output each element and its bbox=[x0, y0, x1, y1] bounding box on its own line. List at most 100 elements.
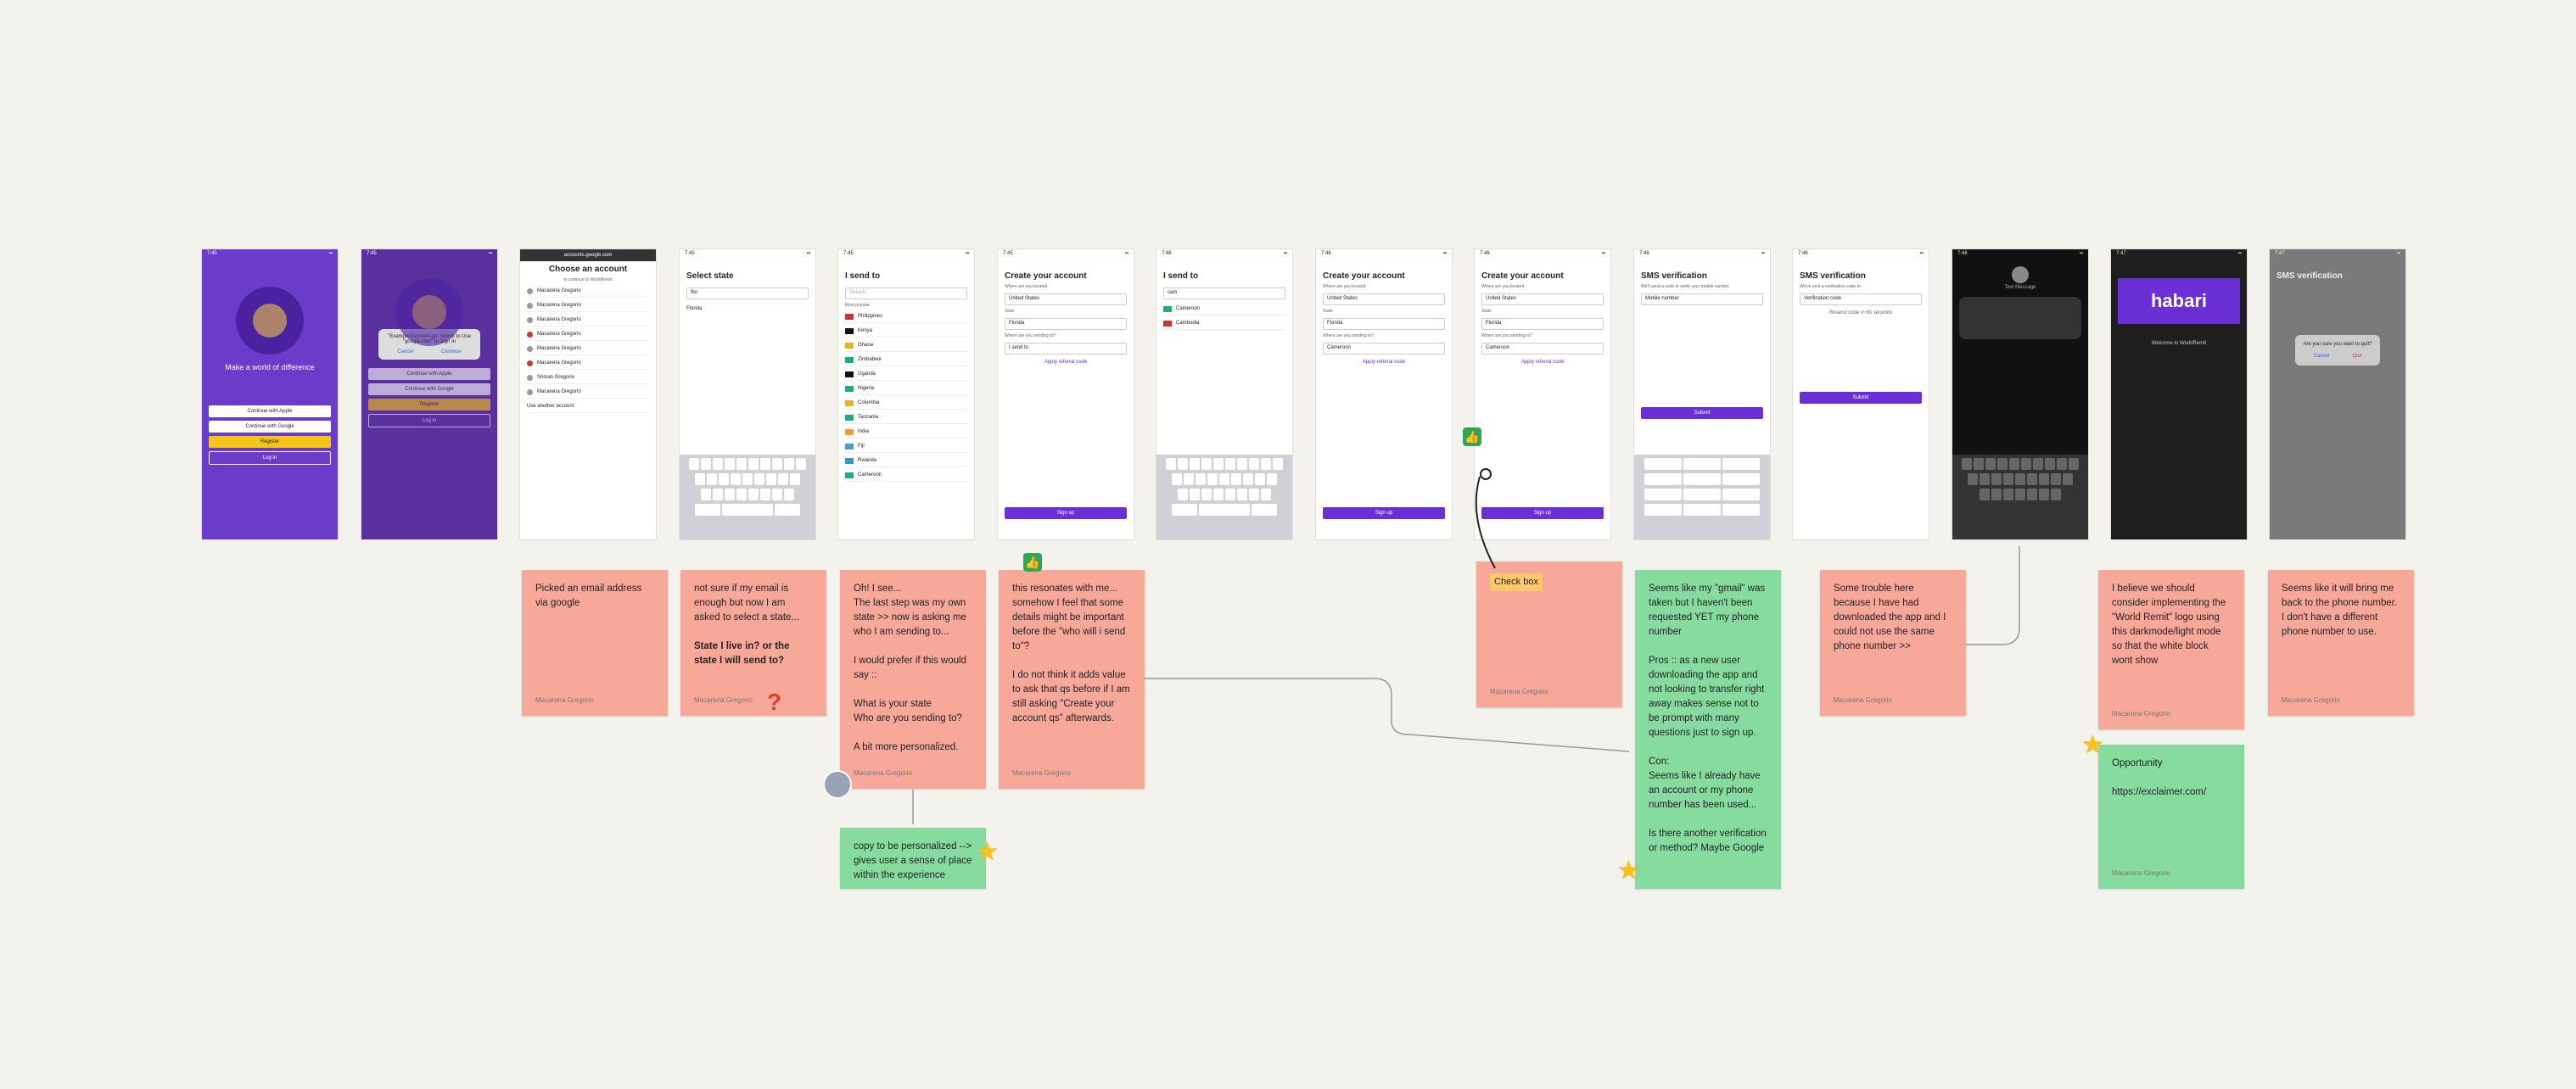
frame-email: 7:47 ▪▪ habari Welcome to WorldRemit bbox=[2111, 249, 2247, 539]
continue-apple-button[interactable]: Continue with Apple bbox=[368, 368, 490, 380]
send-to-select[interactable]: I send to bbox=[1005, 343, 1127, 355]
flag-icon bbox=[845, 443, 854, 450]
i-send-to-title: I send to bbox=[845, 271, 881, 281]
flag-icon bbox=[845, 457, 854, 464]
habari-logo: habari bbox=[2118, 278, 2240, 324]
login-button[interactable]: Log in bbox=[209, 451, 331, 465]
state-select[interactable]: Florida bbox=[1323, 318, 1445, 330]
create-account-title: Create your account bbox=[1005, 271, 1087, 281]
sms-subtitle: We'll send a code to verify your mobile … bbox=[1641, 284, 1730, 289]
checkbox-highlight bbox=[1480, 468, 1492, 480]
location-select[interactable]: United States bbox=[1481, 293, 1604, 305]
account-row[interactable]: Macarena Gregorio bbox=[527, 285, 649, 298]
sticky-note[interactable]: Picked an email address via google Macar… bbox=[522, 570, 668, 716]
dialog-cancel-button[interactable]: Cancel bbox=[2314, 354, 2330, 359]
sticky-note[interactable]: I believe we should consider implementin… bbox=[2098, 570, 2244, 729]
country-item[interactable]: Ghana bbox=[845, 339, 967, 352]
register-button[interactable]: Register bbox=[368, 399, 490, 410]
login-button[interactable]: Log in bbox=[368, 414, 490, 427]
country-item[interactable]: India bbox=[845, 426, 967, 438]
sticky-note[interactable]: Seems like my "gmail" was taken but I ha… bbox=[1635, 570, 1781, 889]
referral-link[interactable]: Apply referral code bbox=[1003, 360, 1128, 365]
globe-illustration bbox=[236, 287, 304, 355]
country-item[interactable]: Philippines bbox=[845, 310, 967, 323]
sticky-note[interactable]: this resonates with me... somehow I feel… bbox=[999, 570, 1145, 789]
question-mark-icon: ? bbox=[767, 689, 782, 715]
frame-sms-exit-dialog: 7:47 ▪▪ SMS verification Are you sure you… bbox=[2270, 249, 2405, 539]
star-icon: ★ bbox=[976, 838, 999, 866]
account-row[interactable]: Sriman Gregorio bbox=[527, 371, 649, 384]
choose-account-title: Choose an account bbox=[548, 265, 628, 274]
country-item[interactable]: Zimbabwe bbox=[845, 354, 967, 366]
status-bar: 7:47 ▪▪ bbox=[2116, 251, 2242, 256]
select-state-title: Select state bbox=[686, 271, 734, 281]
state-select[interactable]: Florida bbox=[1481, 318, 1604, 330]
keyboard[interactable] bbox=[1952, 455, 2088, 539]
dialog-quit-button[interactable]: Quit bbox=[2352, 354, 2361, 359]
continue-google-button[interactable]: Continue with Google bbox=[209, 421, 331, 433]
flag-icon bbox=[845, 414, 854, 421]
use-another-account[interactable]: Use another account bbox=[527, 400, 649, 413]
sticky-note[interactable]: Seems like it will bring me back to the … bbox=[2268, 570, 2414, 716]
account-row[interactable]: Macarena Gregorio bbox=[527, 357, 649, 370]
country-item[interactable]: Rwanda bbox=[845, 455, 967, 467]
submit-button[interactable]: Submit bbox=[1800, 392, 1922, 404]
country-search-input[interactable]: cam bbox=[1163, 288, 1285, 299]
country-item[interactable]: Colombia bbox=[845, 397, 967, 410]
sticky-note[interactable]: not sure if my email is enough but now I… bbox=[680, 570, 826, 716]
frame-welcome: 7:45 ▪▪ Make a world of difference Contin… bbox=[202, 249, 338, 539]
numeric-keypad[interactable] bbox=[1634, 455, 1770, 539]
sticky-note[interactable]: Opportunity https://exclaimer.com/ Macar… bbox=[2098, 745, 2244, 889]
dialog-cancel-button[interactable]: Cancel bbox=[397, 349, 413, 355]
sign-up-button[interactable]: Sign up bbox=[1005, 507, 1127, 519]
account-row[interactable]: Macarena Gregorio bbox=[527, 328, 649, 341]
browser-url-bar: accounts.google.com bbox=[520, 249, 656, 261]
flag-icon bbox=[845, 313, 854, 320]
sticky-note[interactable]: Some trouble here because I have had dow… bbox=[1820, 570, 1966, 716]
sticky-note[interactable]: copy to be personalized --> gives user a… bbox=[840, 828, 986, 889]
referral-link[interactable]: Apply referral code bbox=[1480, 360, 1605, 365]
register-button[interactable]: Register bbox=[209, 436, 331, 448]
thumbs-up-icon: 👍 bbox=[1463, 427, 1481, 446]
mobile-number-input[interactable]: Mobile number bbox=[1641, 293, 1763, 305]
flag-icon bbox=[845, 385, 854, 392]
sign-up-button[interactable]: Sign up bbox=[1481, 507, 1604, 519]
continue-google-button[interactable]: Continue with Google bbox=[368, 383, 490, 395]
sign-up-button[interactable]: Sign up bbox=[1323, 507, 1445, 519]
frame-i-send-to-search: 7:46 ▪▪ I send to cam Cameroon Cambodia bbox=[1156, 249, 1292, 539]
submit-button[interactable]: Submit bbox=[1641, 407, 1763, 419]
account-row[interactable]: Macarena Gregorio bbox=[527, 299, 649, 312]
account-row[interactable]: Macarena Gregorio bbox=[527, 343, 649, 355]
country-item[interactable]: Kenya bbox=[845, 325, 967, 338]
country-item[interactable]: Uganda bbox=[845, 368, 967, 381]
send-to-select[interactable]: Cameroon bbox=[1481, 343, 1604, 355]
flag-icon bbox=[845, 428, 854, 435]
country-item[interactable]: Cameroon bbox=[1163, 303, 1285, 316]
referral-link[interactable]: Apply referral code bbox=[1321, 360, 1447, 365]
country-item[interactable]: Fiji bbox=[845, 440, 967, 453]
state-result-florida[interactable]: Florida bbox=[686, 303, 809, 315]
keyboard[interactable] bbox=[680, 455, 815, 539]
sticky-note[interactable]: Oh! I see... The last step was my own st… bbox=[840, 570, 986, 789]
status-bar: 7:47 ▪▪ bbox=[2275, 251, 2400, 256]
frame-select-state: 7:45 ▪▪ Select state flor Florida bbox=[680, 249, 815, 539]
keyboard[interactable] bbox=[1156, 455, 1292, 539]
country-item[interactable]: Tanzania bbox=[845, 411, 967, 424]
state-search-input[interactable]: flor bbox=[686, 288, 809, 299]
continue-apple-button[interactable]: Continue with Apple bbox=[209, 405, 331, 417]
country-search-input[interactable]: Search bbox=[845, 288, 967, 299]
send-to-select[interactable]: Cameroon bbox=[1323, 343, 1445, 355]
account-row[interactable]: Macarena Gregorio bbox=[527, 386, 649, 399]
verification-code-input[interactable]: Verification code bbox=[1800, 293, 1922, 305]
location-select[interactable]: United States bbox=[1323, 293, 1445, 305]
country-item[interactable]: Cameroon bbox=[845, 469, 967, 482]
account-row[interactable]: Macarena Gregorio bbox=[527, 314, 649, 327]
country-item[interactable]: Nigeria bbox=[845, 383, 967, 395]
state-select[interactable]: Florida bbox=[1005, 318, 1127, 330]
contact-avatar bbox=[2012, 266, 2029, 283]
dialog-continue-button[interactable]: Continue bbox=[441, 349, 462, 355]
location-select[interactable]: United States bbox=[1005, 293, 1127, 305]
sticky-note[interactable]: Check box Macarena Gregorio bbox=[1476, 561, 1622, 707]
country-item[interactable]: Cambodia bbox=[1163, 317, 1285, 330]
resend-code-link[interactable]: Resend code in 60 seconds bbox=[1798, 310, 1924, 316]
